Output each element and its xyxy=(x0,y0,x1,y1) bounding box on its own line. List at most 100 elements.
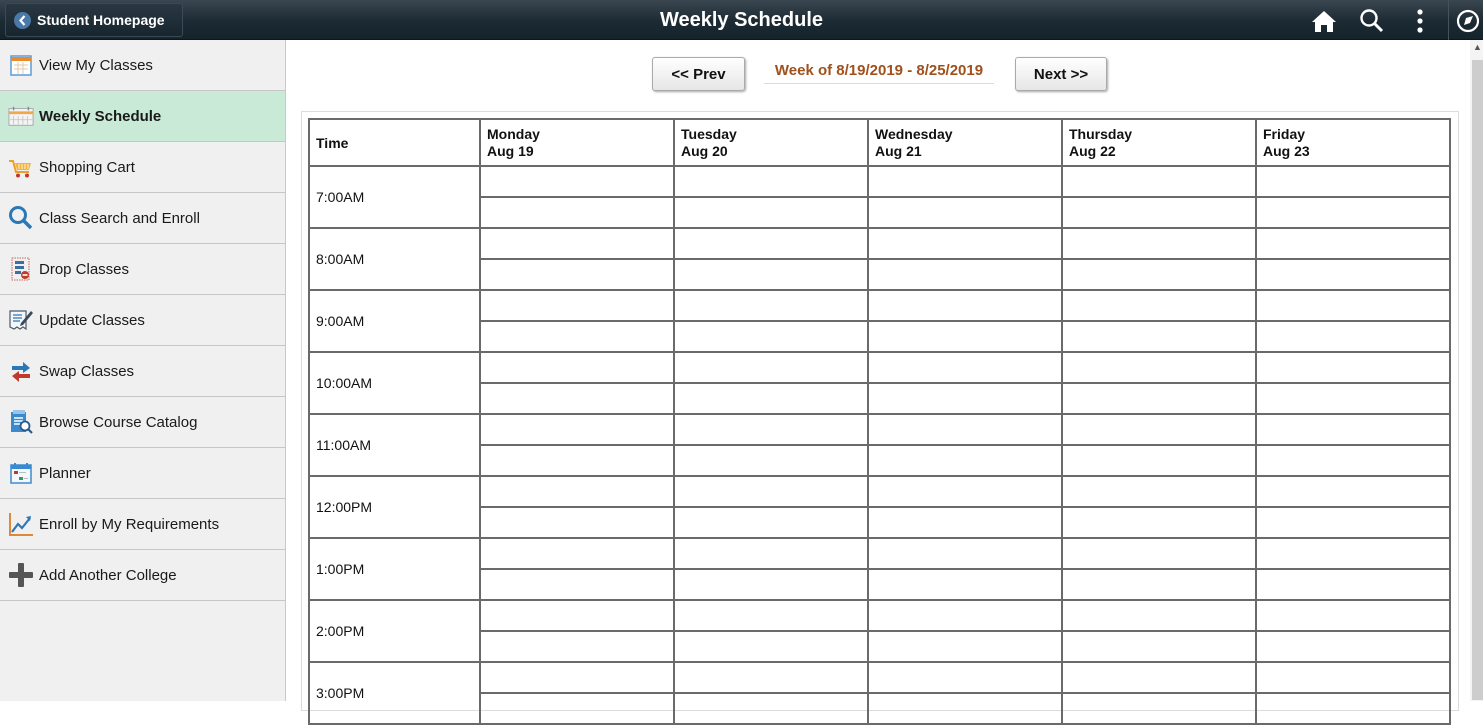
student-homepage-back-button[interactable]: Student Homepage xyxy=(5,3,183,37)
time-slot-label: 3:00PM xyxy=(308,661,481,725)
schedule-cell-friday xyxy=(1255,475,1451,508)
schedule-cell-wednesday xyxy=(867,413,1063,446)
schedule-cell-wednesday xyxy=(867,227,1063,260)
planner-icon xyxy=(8,460,34,486)
navbar-compass-icon[interactable] xyxy=(1455,8,1481,34)
schedule-cell-monday xyxy=(479,289,675,322)
schedule-cell-tuesday xyxy=(673,661,869,694)
schedule-cell-tuesday xyxy=(673,506,869,539)
schedule-cell-friday xyxy=(1255,289,1451,322)
schedule-cell-friday xyxy=(1255,413,1451,446)
schedule-cell-tuesday xyxy=(673,599,869,632)
drop-list-icon xyxy=(8,256,34,282)
schedule-cell-thursday xyxy=(1061,475,1257,508)
swap-arrows-icon xyxy=(8,358,34,384)
schedule-cell-monday xyxy=(479,382,675,415)
schedule-row xyxy=(309,630,1451,663)
schedule-cell-friday xyxy=(1255,382,1451,415)
prev-week-button[interactable]: << Prev xyxy=(652,57,745,91)
schedule-cell-monday xyxy=(479,692,675,725)
sidebar-item-shopping-cart[interactable]: Shopping Cart xyxy=(0,142,285,193)
sidebar-item-label: View My Classes xyxy=(39,56,153,74)
schedule-cell-monday xyxy=(479,413,675,446)
edit-document-icon xyxy=(8,307,34,333)
schedule-cell-monday xyxy=(479,196,675,229)
sidebar-item-swap-classes[interactable]: Swap Classes xyxy=(0,346,285,397)
schedule-cell-tuesday xyxy=(673,568,869,601)
schedule-cell-wednesday xyxy=(867,382,1063,415)
schedule-cell-monday xyxy=(479,599,675,632)
schedule-cell-friday xyxy=(1255,599,1451,632)
scrollbar-thumb[interactable] xyxy=(1472,60,1483,700)
schedule-cell-friday xyxy=(1255,692,1451,725)
schedule-row: 10:00AM xyxy=(308,351,1451,415)
schedule-cell-friday xyxy=(1255,165,1451,198)
schedule-row xyxy=(309,506,1451,539)
schedule-row: 9:00AM xyxy=(308,289,1451,353)
schedule-cell-wednesday xyxy=(867,475,1063,508)
schedule-row xyxy=(309,444,1451,477)
sidebar-item-drop-classes[interactable]: Drop Classes xyxy=(0,244,285,295)
schedule-cell-friday xyxy=(1255,351,1451,384)
sidebar-item-label: Weekly Schedule xyxy=(39,107,162,125)
schedule-cell-friday xyxy=(1255,661,1451,694)
schedule-cell-wednesday xyxy=(867,537,1063,570)
day-header-friday: Friday Aug 23 xyxy=(1255,118,1451,167)
schedule-cell-tuesday xyxy=(673,289,869,322)
vertical-scrollbar[interactable]: ▲ xyxy=(1470,40,1483,701)
next-week-button[interactable]: Next >> xyxy=(1015,57,1107,91)
schedule-header-row: Time Monday Aug 19 Tuesday Aug 20 Wednesda… xyxy=(308,118,1451,167)
schedule-cell-friday xyxy=(1255,320,1451,353)
day-header-thursday: Thursday Aug 22 xyxy=(1061,118,1257,167)
sidebar-item-update-classes[interactable]: Update Classes xyxy=(0,295,285,346)
sidebar-item-browse-course-catalog[interactable]: Browse Course Catalog xyxy=(0,397,285,448)
schedule-container: Time Monday Aug 19 Tuesday Aug 20 Wednesda… xyxy=(301,111,1459,725)
page-title: Weekly Schedule xyxy=(659,9,824,31)
sidebar-item-label: Update Classes xyxy=(39,311,145,329)
schedule-cell-monday xyxy=(479,351,675,384)
schedule-cell-friday xyxy=(1255,227,1451,260)
search-icon xyxy=(8,205,34,231)
shopping-cart-icon xyxy=(8,154,34,180)
schedule-cell-thursday xyxy=(1061,382,1257,415)
schedule-body: 7:00AM 8:00AM 9:00AM 10:00AM 11:00AM 12:00PM 1… xyxy=(308,165,1451,725)
search-icon[interactable] xyxy=(1359,8,1385,34)
schedule-cell-monday xyxy=(479,227,675,260)
sidebar-item-class-search-and-enroll[interactable]: Class Search and Enroll xyxy=(0,193,285,244)
schedule-row xyxy=(309,382,1451,415)
schedule-cell-thursday xyxy=(1061,599,1257,632)
time-slot-label: 9:00AM xyxy=(308,289,481,353)
sidebar-item-view-my-classes[interactable]: View My Classes xyxy=(0,40,285,91)
sidebar-item-weekly-schedule[interactable]: Weekly Schedule xyxy=(0,91,285,142)
schedule-cell-monday xyxy=(479,320,675,353)
schedule-cell-thursday xyxy=(1061,351,1257,384)
calendar-icon xyxy=(8,52,34,78)
weekly-schedule-table: Time Monday Aug 19 Tuesday Aug 20 Wednesda… xyxy=(308,118,1451,725)
sidebar-item-planner[interactable]: Planner xyxy=(0,448,285,499)
sidebar-item-enroll-by-my-requirements[interactable]: Enroll by My Requirements xyxy=(0,499,285,550)
schedule-cell-tuesday xyxy=(673,227,869,260)
schedule-cell-wednesday xyxy=(867,506,1063,539)
schedule-cell-monday xyxy=(479,165,675,198)
schedule-cell-tuesday xyxy=(673,196,869,229)
time-slot-label: 7:00AM xyxy=(308,165,481,229)
plus-icon xyxy=(8,562,34,588)
schedule-row: 3:00PM xyxy=(308,661,1451,725)
day-header-wednesday: Wednesday Aug 21 xyxy=(867,118,1063,167)
schedule-cell-tuesday xyxy=(673,475,869,508)
sidebar-item-add-another-college[interactable]: Add Another College xyxy=(0,550,285,601)
schedule-row: 1:00PM xyxy=(308,537,1451,601)
more-vertical-icon[interactable] xyxy=(1407,8,1433,34)
schedule-row xyxy=(309,692,1451,725)
schedule-cell-thursday xyxy=(1061,692,1257,725)
back-button-label: Student Homepage xyxy=(37,12,165,28)
scroll-up-arrow-icon[interactable]: ▲ xyxy=(1472,42,1483,56)
schedule-cell-thursday xyxy=(1061,289,1257,322)
schedule-cell-thursday xyxy=(1061,196,1257,229)
schedule-cell-wednesday xyxy=(867,258,1063,291)
schedule-cell-friday xyxy=(1255,258,1451,291)
sidebar-nav: View My Classes Weekly Schedule Shopping… xyxy=(0,40,286,701)
schedule-cell-thursday xyxy=(1061,537,1257,570)
schedule-cell-wednesday xyxy=(867,320,1063,353)
home-icon[interactable] xyxy=(1311,8,1337,34)
